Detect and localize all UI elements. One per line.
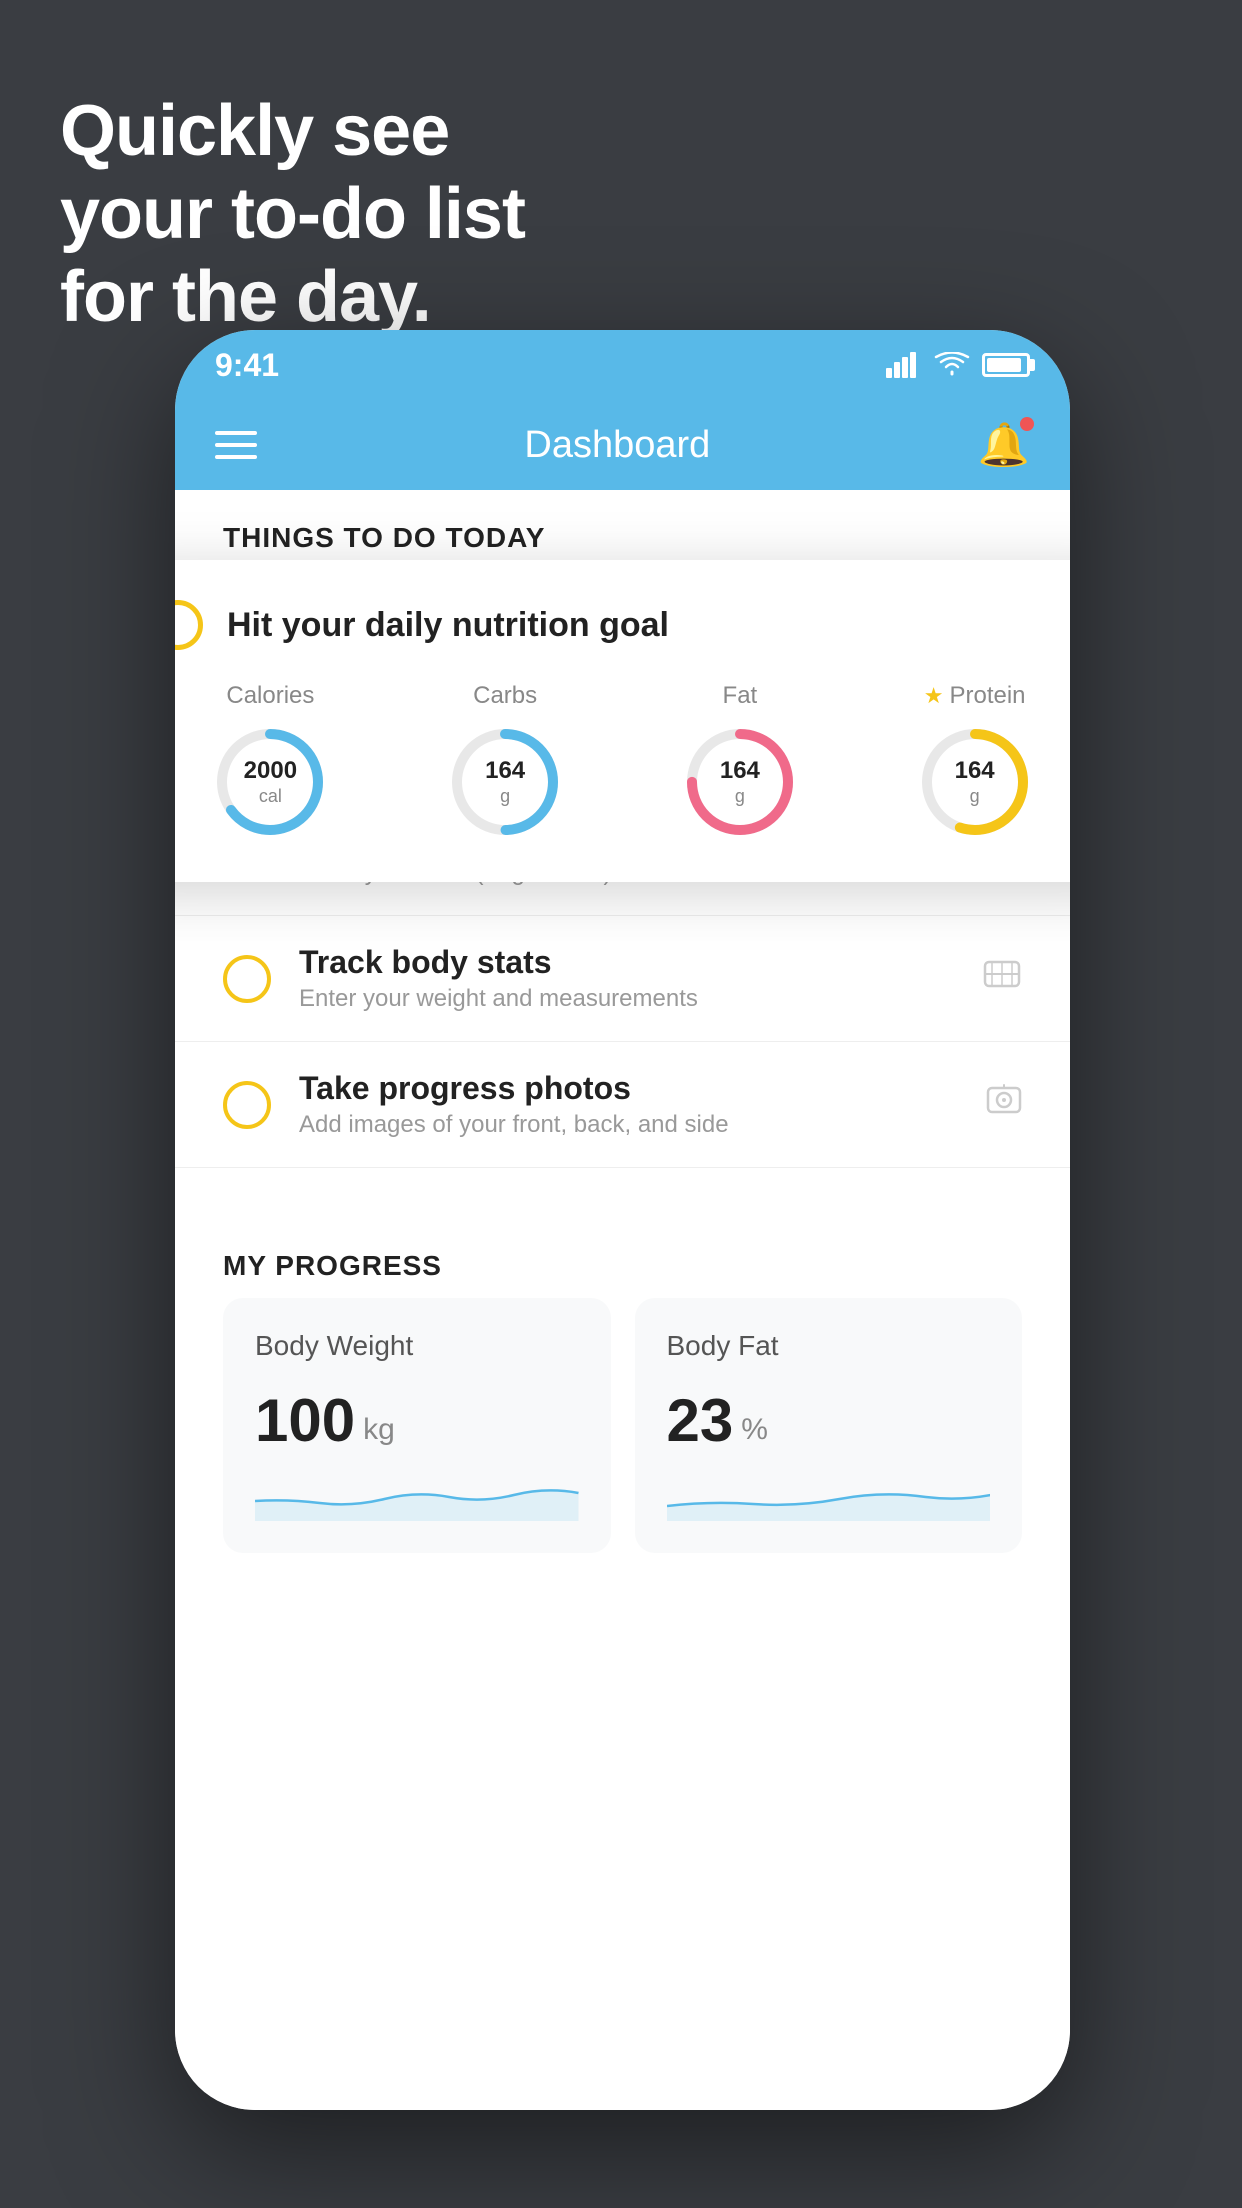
task-body-stats-name: Track body stats (299, 944, 954, 981)
body-weight-label: Body Weight (255, 1330, 579, 1362)
nutrition-fat: Fat 164 g (680, 682, 800, 842)
body-weight-value: 100 kg (255, 1386, 579, 1455)
body-fat-card[interactable]: Body Fat 23 % (635, 1298, 1023, 1553)
body-fat-value: 23 % (667, 1386, 991, 1455)
task-progress-photos-icon (986, 1082, 1022, 1127)
task-progress-photos-name: Take progress photos (299, 1070, 958, 1107)
carbs-donut: 164 g (445, 722, 565, 842)
phone-frame: 9:41 (175, 330, 1070, 2110)
protein-star-icon: ★ (924, 683, 944, 709)
hamburger-menu-icon[interactable] (215, 431, 257, 459)
body-weight-chart (255, 1471, 579, 1521)
body-weight-card[interactable]: Body Weight 100 kg (223, 1298, 611, 1553)
app-content: THINGS TO DO TODAY Hit your daily nutrit… (175, 490, 1070, 2110)
calories-donut: 2000 cal (210, 722, 330, 842)
protein-label: ★ Protein (924, 682, 1026, 710)
body-fat-unit: % (741, 1413, 768, 1447)
wifi-icon (934, 352, 970, 378)
nutrition-protein: ★ Protein 164 g (915, 682, 1035, 842)
progress-section: MY PROGRESS Body Weight 100 kg (175, 1168, 1070, 1553)
task-body-stats-desc: Enter your weight and measurements (299, 985, 954, 1013)
signal-icon (886, 352, 922, 378)
fat-donut: 164 g (680, 722, 800, 842)
app-header: Dashboard 🔔 (175, 400, 1070, 490)
carbs-label: Carbs (473, 682, 537, 710)
protein-donut: 164 g (915, 722, 1035, 842)
task-body-stats-text: Track body stats Enter your weight and m… (299, 944, 954, 1013)
task-progress-photos-circle (223, 1081, 271, 1129)
task-body-stats-icon (982, 956, 1022, 1001)
task-progress-photos-text: Take progress photos Add images of your … (299, 1070, 958, 1139)
fat-label: Fat (723, 682, 758, 710)
card-check-circle (175, 600, 203, 650)
header-title: Dashboard (524, 424, 710, 467)
body-fat-label: Body Fat (667, 1330, 991, 1362)
progress-cards: Body Weight 100 kg Body Fat (175, 1298, 1070, 1553)
things-to-do-label: THINGS TO DO TODAY (175, 490, 1070, 570)
notification-dot (1020, 417, 1034, 431)
card-header: Hit your daily nutrition goal (175, 600, 1070, 650)
status-bar: 9:41 (175, 330, 1070, 400)
task-body-stats-circle (223, 955, 271, 1003)
body-weight-unit: kg (363, 1413, 395, 1447)
my-progress-label: MY PROGRESS (175, 1218, 1070, 1298)
battery-icon (982, 353, 1030, 377)
card-title: Hit your daily nutrition goal (227, 606, 669, 645)
body-fat-chart (667, 1471, 991, 1521)
task-progress-photos-desc: Add images of your front, back, and side (299, 1111, 958, 1139)
status-icons (886, 352, 1030, 378)
nutrition-row: Calories 2000 cal Carbs (175, 682, 1070, 842)
status-time: 9:41 (215, 347, 279, 384)
task-progress-photos[interactable]: Take progress photos Add images of your … (175, 1042, 1070, 1168)
notification-bell-icon[interactable]: 🔔 (978, 421, 1030, 470)
nutrition-carbs: Carbs 164 g (445, 682, 565, 842)
nutrition-calories: Calories 2000 cal (210, 682, 330, 842)
headline: Quickly see your to-do list for the day. (60, 90, 525, 338)
task-body-stats[interactable]: Track body stats Enter your weight and m… (175, 916, 1070, 1042)
nutrition-card[interactable]: Hit your daily nutrition goal Calories 2… (175, 560, 1070, 882)
calories-label: Calories (226, 682, 314, 710)
